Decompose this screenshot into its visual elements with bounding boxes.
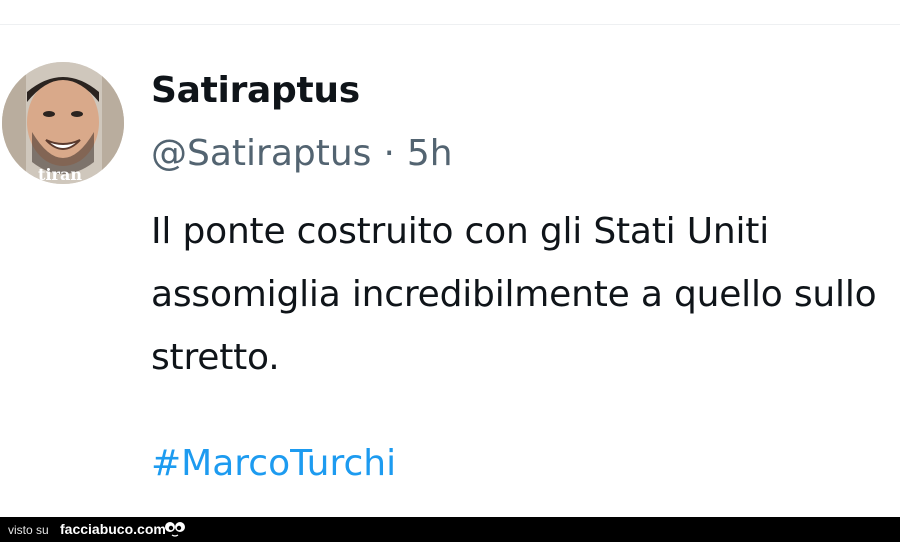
user-handle[interactable]: @Satiraptus: [151, 133, 371, 174]
watermark-footer: visto su facciabuco.com: [0, 517, 900, 542]
tweet-meta: @Satiraptus · 5h: [151, 133, 453, 174]
timestamp[interactable]: 5h: [407, 133, 453, 174]
visto-su-label: visto su: [8, 523, 49, 537]
avatar-caption: tiran: [38, 165, 82, 184]
eyes-icon: [165, 522, 185, 537]
meta-separator: ·: [383, 133, 395, 174]
avatar[interactable]: tiran: [2, 62, 124, 184]
tweet-card: tiran Satiraptus @Satiraptus · 5h Il ponte…: [0, 0, 900, 517]
avatar-photo: tiran: [2, 62, 124, 184]
brand-link[interactable]: facciabuco.com: [60, 521, 166, 537]
hashtag-link[interactable]: #MarcoTurchi: [151, 443, 396, 484]
display-name[interactable]: Satiraptus: [151, 70, 360, 111]
tweet-text: Il ponte costruito con gli Stati Uniti a…: [151, 211, 877, 378]
